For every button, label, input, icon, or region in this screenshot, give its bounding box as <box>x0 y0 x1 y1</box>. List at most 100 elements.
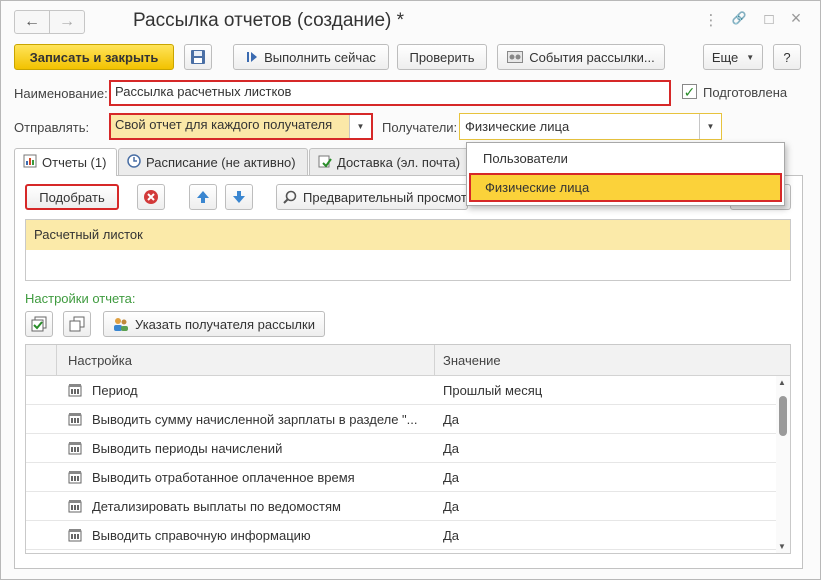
setting-name: Период <box>92 383 138 398</box>
pick-button[interactable]: Подобрать <box>25 184 119 210</box>
setting-value[interactable]: Да <box>443 470 459 485</box>
events-log-icon <box>507 51 524 63</box>
delete-icon <box>144 190 158 204</box>
report-name: Расчетный листок <box>34 227 143 242</box>
report-icon <box>23 154 37 171</box>
tab-delivery-label: Доставка (эл. почта) <box>337 154 461 170</box>
run-now-button[interactable]: Выполнить сейчас <box>233 44 389 70</box>
scroll-down-icon[interactable]: ▼ <box>778 542 786 551</box>
help-button[interactable]: ? <box>773 44 801 70</box>
save-and-close-button[interactable]: Записать и закрыть <box>14 44 174 70</box>
setting-value[interactable]: Да <box>443 499 459 514</box>
check-all-icon <box>31 316 47 332</box>
arrow-left-icon: ← <box>24 13 40 30</box>
dropdown-option-users[interactable]: Пользователи <box>467 144 784 173</box>
arrow-down-icon <box>233 191 245 203</box>
column-setting[interactable]: Настройка <box>68 353 132 368</box>
more-label: Еще <box>711 49 739 65</box>
reports-list[interactable]: Расчетный листок <box>25 219 791 281</box>
link-icon[interactable]: 🔗 <box>729 11 749 25</box>
prepared-checkbox[interactable]: ✓ <box>682 84 697 99</box>
scroll-up-icon[interactable]: ▲ <box>778 378 786 387</box>
setting-icon <box>68 412 82 429</box>
play-icon <box>246 51 258 63</box>
table-row[interactable]: Выводить сумму начисленной зарплаты в ра… <box>26 405 776 434</box>
arrow-right-icon: → <box>59 13 75 30</box>
more-actions-icon[interactable]: ⋮ <box>701 11 721 29</box>
name-label: Наименование: <box>14 86 108 101</box>
delete-button[interactable] <box>137 184 165 210</box>
report-settings-label: Настройки отчета: <box>25 291 136 306</box>
table-row[interactable]: Выводить справочную информацию Да <box>26 521 776 550</box>
window-title: Рассылка отчетов (создание) * <box>133 10 405 31</box>
back-button[interactable]: ← <box>14 10 50 34</box>
run-now-label: Выполнить сейчас <box>264 49 376 65</box>
mailing-events-button[interactable]: События рассылки... <box>497 44 665 70</box>
copy-icon <box>69 316 85 332</box>
dropdown-option-individuals[interactable]: Физические лица <box>469 173 782 202</box>
close-icon[interactable]: × <box>786 8 806 29</box>
setting-value[interactable]: Да <box>443 528 459 543</box>
table-row[interactable]: Детализировать выплаты по ведомостям Да <box>26 492 776 521</box>
specify-recipient-label: Указать получателя рассылки <box>135 316 315 332</box>
check-all-button[interactable] <box>25 311 53 337</box>
tab-delivery[interactable]: Доставка (эл. почта) <box>309 148 469 175</box>
settings-table[interactable]: Настройка Значение Период Прошлый месяц … <box>25 344 791 554</box>
send-mode-value: Свой отчет для каждого получателя <box>115 117 333 132</box>
floppy-disk-icon <box>191 50 205 64</box>
setting-value[interactable]: Да <box>443 441 459 456</box>
table-row[interactable]: Выводить отработанное оплаченное время Д… <box>26 463 776 492</box>
chevron-down-icon: ▼ <box>706 122 715 131</box>
list-item[interactable]: Расчетный листок <box>26 220 790 250</box>
scroll-thumb[interactable] <box>779 396 787 436</box>
report-mailing-window: ← → Рассылка отчетов (создание) * ⋮ 🔗 □ … <box>0 0 821 580</box>
column-value[interactable]: Значение <box>443 353 501 368</box>
setting-value[interactable]: Прошлый месяц <box>443 383 542 398</box>
recipients-label: Получатели: <box>382 120 458 135</box>
setting-name: Выводить периоды начислений <box>92 441 283 456</box>
setting-name: Выводить справочную информацию <box>92 528 311 543</box>
setting-icon <box>68 470 82 487</box>
setting-icon <box>68 499 82 516</box>
move-down-button[interactable] <box>225 184 253 210</box>
table-header: Настройка Значение <box>26 345 790 376</box>
tab-reports[interactable]: Отчеты (1) <box>14 148 117 176</box>
clock-icon <box>127 153 141 171</box>
move-up-button[interactable] <box>189 184 217 210</box>
recipients-value: Физические лица <box>465 119 570 134</box>
recipients-select[interactable]: Физические лица ▼ <box>459 113 722 140</box>
tab-schedule[interactable]: Расписание (не активно) <box>118 148 308 175</box>
setting-name: Выводить отработанное оплаченное время <box>92 470 355 485</box>
setting-value[interactable]: Да <box>443 412 459 427</box>
setting-name: Выводить сумму начисленной зарплаты в ра… <box>92 412 418 427</box>
chevron-down-icon: ▼ <box>356 122 365 131</box>
more-button[interactable]: Еще ▼ <box>703 44 763 70</box>
users-icon <box>113 317 129 331</box>
name-input[interactable]: Рассылка расчетных листков <box>109 80 671 106</box>
recipients-dropdown-button[interactable]: ▼ <box>699 114 721 139</box>
setting-name: Детализировать выплаты по ведомостям <box>92 499 341 514</box>
setting-icon <box>68 441 82 458</box>
preview-label: Предварительный просмотр <box>303 189 468 205</box>
forward-button[interactable]: → <box>49 10 85 34</box>
magnifier-icon <box>283 190 297 204</box>
tab-reports-label: Отчеты (1) <box>42 155 107 170</box>
check-button[interactable]: Проверить <box>397 44 487 70</box>
table-scrollbar[interactable]: ▲ ▼ <box>776 376 790 553</box>
preview-button[interactable]: Предварительный просмотр <box>276 184 468 210</box>
prepared-label: Подготовлена <box>703 85 788 100</box>
recipients-dropdown-list: Пользователи Физические лица <box>466 142 785 206</box>
chevron-down-icon: ▼ <box>746 52 755 62</box>
setting-icon <box>68 383 82 400</box>
uncheck-all-button[interactable] <box>63 311 91 337</box>
maximize-icon[interactable]: □ <box>759 11 779 28</box>
specify-recipient-button[interactable]: Указать получателя рассылки <box>103 311 325 337</box>
save-button[interactable] <box>184 44 212 70</box>
table-row[interactable]: Выводить периоды начислений Да <box>26 434 776 463</box>
arrow-up-icon <box>197 191 209 203</box>
table-row[interactable]: Период Прошлый месяц <box>26 376 776 405</box>
send-mode-dropdown-button[interactable]: ▼ <box>349 115 371 138</box>
check-icon: ✓ <box>683 83 696 100</box>
send-mode-select[interactable]: Свой отчет для каждого получателя ▼ <box>109 113 373 140</box>
delivery-icon <box>318 154 332 171</box>
